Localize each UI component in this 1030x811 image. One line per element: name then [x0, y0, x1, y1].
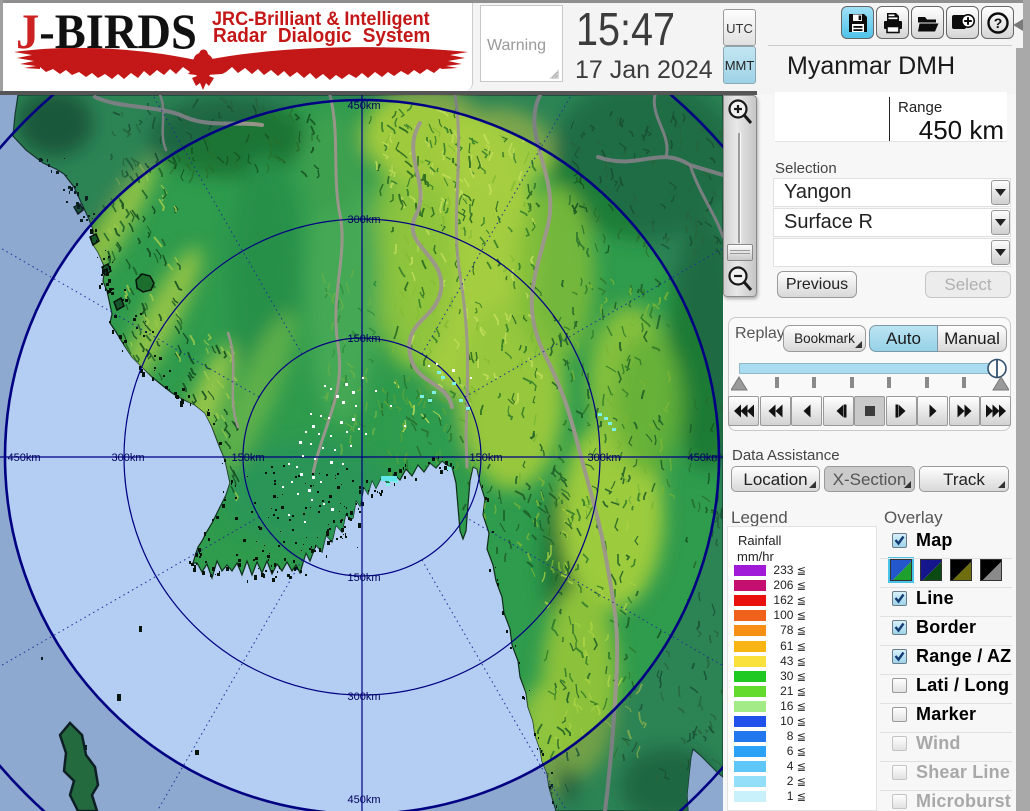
svg-text:?: ?	[993, 15, 1002, 31]
svg-text:450km: 450km	[7, 452, 40, 464]
svg-text:150km: 150km	[347, 333, 380, 345]
svg-text:150km: 150km	[469, 452, 502, 464]
svg-text:150km: 150km	[231, 452, 264, 464]
svg-text:450km: 450km	[347, 794, 380, 806]
svg-text:450km: 450km	[687, 452, 720, 464]
svg-text:150km: 150km	[347, 572, 380, 584]
svg-text:300km: 300km	[587, 452, 620, 464]
svg-text:450km: 450km	[347, 100, 380, 112]
svg-text:300km: 300km	[347, 691, 380, 703]
svg-text:300km: 300km	[111, 452, 144, 464]
svg-text:300km: 300km	[347, 214, 380, 226]
